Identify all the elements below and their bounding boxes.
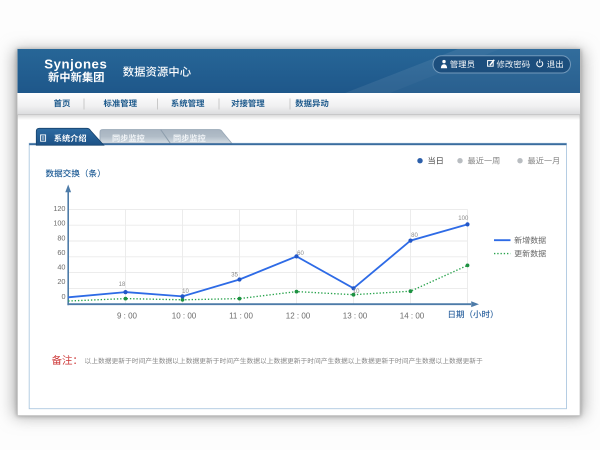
svg-text:13 : 00: 13 : 00 <box>343 311 368 320</box>
svg-text:10 : 00: 10 : 00 <box>172 311 197 320</box>
svg-text:80: 80 <box>411 233 418 239</box>
svg-text:60: 60 <box>297 251 304 257</box>
svg-text:Synjones: Synjones <box>44 57 107 72</box>
svg-text:0: 0 <box>61 292 65 301</box>
svg-text:12 : 00: 12 : 00 <box>286 311 311 320</box>
svg-text:20: 20 <box>57 277 65 286</box>
svg-text:100: 100 <box>53 219 65 228</box>
svg-text:10: 10 <box>182 289 189 295</box>
svg-text:100: 100 <box>458 216 469 222</box>
svg-text:14 : 00: 14 : 00 <box>400 311 425 320</box>
svg-text:11 : 00: 11 : 00 <box>229 311 253 320</box>
svg-text:80: 80 <box>57 233 65 242</box>
svg-text:60: 60 <box>57 248 65 257</box>
svg-text:40: 40 <box>57 262 65 271</box>
svg-text:18: 18 <box>119 282 126 288</box>
svg-text:35: 35 <box>231 273 238 279</box>
svg-text:9 : 00: 9 : 00 <box>117 311 138 320</box>
svg-text:120: 120 <box>53 204 65 213</box>
svg-text:10: 10 <box>353 289 360 295</box>
